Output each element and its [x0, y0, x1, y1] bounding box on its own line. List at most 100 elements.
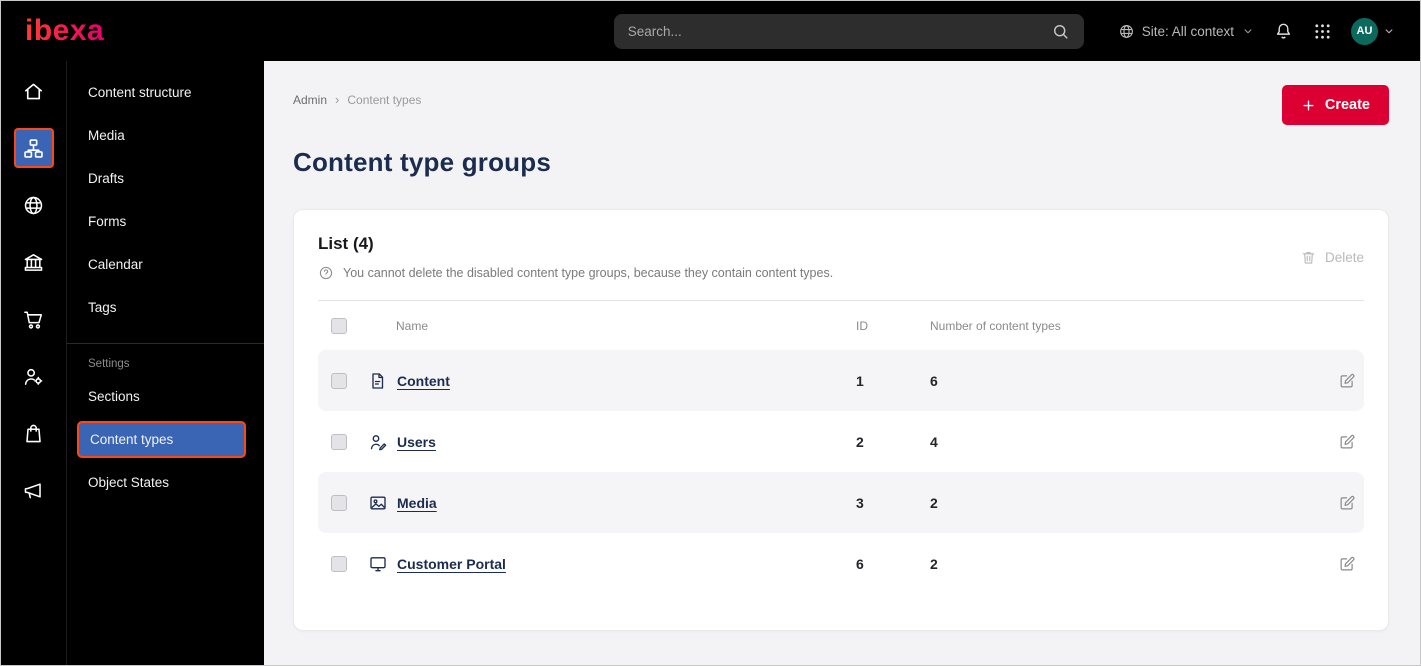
search-icon[interactable] [1051, 22, 1070, 41]
chevron-down-icon [1244, 29, 1252, 34]
row-checkbox[interactable] [331, 494, 347, 511]
column-header-count: Number of content types [930, 318, 1061, 333]
sidebar-item-label: Object States [88, 475, 170, 490]
edit-icon [1340, 373, 1355, 387]
cell-name: Customer Portal [366, 554, 856, 574]
group-link-users[interactable]: Users [397, 434, 436, 450]
rail-item-company[interactable] [14, 242, 54, 282]
sidebar-item-label: Calendar [88, 257, 143, 272]
sidebar-item-sections[interactable]: Sections [67, 375, 264, 418]
sidebar-item-object-states[interactable]: Object States [67, 461, 264, 504]
apps-grid-icon[interactable] [1312, 21, 1333, 42]
sidebar: Content structure Media Drafts Forms Cal… [66, 61, 264, 665]
plus-icon [1303, 99, 1314, 111]
users-group-icon [370, 434, 387, 450]
sidebar-item-drafts[interactable]: Drafts [67, 157, 264, 200]
page-title: Content type groups [293, 147, 552, 177]
sidebar-item-forms[interactable]: Forms [67, 200, 264, 243]
notifications-bell-icon[interactable] [1273, 21, 1294, 42]
cell-id: 3 [856, 494, 864, 511]
permissions-user-gear-icon [24, 368, 43, 385]
sidebar-item-content-structure[interactable]: Content structure [67, 71, 264, 114]
rail-item-content[interactable] [13, 128, 54, 168]
cell-count: 2 [930, 494, 938, 511]
app-window: ibexa Site: All context [0, 0, 1421, 666]
site-context-label: Site: All context [1141, 23, 1234, 39]
group-link-media[interactable]: Media [397, 495, 437, 511]
edit-icon [1340, 434, 1355, 448]
main-content: Admin › Content types Create Content typ… [264, 61, 1420, 665]
list-heading: List (4) [318, 234, 374, 253]
sidebar-item-calendar[interactable]: Calendar [67, 243, 264, 286]
select-all-checkbox[interactable] [331, 317, 347, 334]
sidebar-item-label: Media [88, 128, 125, 143]
search-input[interactable] [627, 23, 1051, 39]
edit-button[interactable] [1336, 431, 1358, 453]
ibexa-logo[interactable]: ibexa [25, 16, 104, 46]
breadcrumb-current: Content types [347, 92, 422, 107]
cell-count: 4 [930, 433, 938, 450]
sidebar-item-label: Content types [90, 432, 174, 447]
rail-item-products[interactable] [14, 413, 54, 453]
cell-count: 6 [930, 372, 938, 389]
edit-icon [1340, 556, 1355, 570]
card-header-left: List (4) You cannot delete the disabled … [318, 234, 833, 281]
rail-item-commerce[interactable] [14, 299, 54, 339]
sidebar-item-label: Drafts [88, 171, 125, 186]
cell-name: Content [366, 371, 856, 391]
edit-button[interactable] [1336, 370, 1358, 392]
edit-icon [1340, 495, 1355, 509]
content-tree-icon [24, 138, 43, 158]
delete-button[interactable]: Delete [1300, 249, 1364, 266]
row-checkbox[interactable] [331, 372, 347, 389]
rail-item-site[interactable] [14, 185, 54, 225]
group-link-content[interactable]: Content [397, 373, 450, 389]
user-menu[interactable]: AU [1351, 17, 1396, 45]
breadcrumb: Admin › Content types [293, 92, 421, 107]
rail-item-marketing[interactable] [14, 470, 54, 510]
chevron-down-icon [1385, 29, 1393, 34]
body: Content structure Media Drafts Forms Cal… [1, 61, 1420, 665]
breadcrumb-admin[interactable]: Admin [293, 93, 327, 107]
info-text: You cannot delete the disabled content t… [343, 266, 834, 280]
rail-item-permissions[interactable] [14, 356, 54, 396]
row-checkbox[interactable] [331, 433, 347, 450]
info-row: You cannot delete the disabled content t… [318, 265, 833, 281]
sidebar-item-label: Content structure [88, 85, 192, 100]
avatar[interactable]: AU [1351, 17, 1378, 45]
breadcrumb-separator: › [335, 92, 340, 107]
sidebar-item-tags[interactable]: Tags [67, 286, 264, 329]
topbar-right: Site: All context AU [1118, 17, 1396, 45]
create-button-label: Create [1324, 97, 1370, 113]
create-button[interactable]: Create [1281, 85, 1389, 125]
edit-button[interactable] [1336, 553, 1358, 575]
sidebar-item-content-types[interactable]: Content types [77, 421, 246, 458]
row-checkbox[interactable] [331, 555, 347, 572]
table-row: Users 2 4 [318, 411, 1364, 472]
sidebar-section-label: Settings [88, 358, 130, 370]
sidebar-item-media[interactable]: Media [67, 114, 264, 157]
content-group-icon [372, 372, 384, 389]
rail-item-dashboard[interactable] [14, 71, 54, 111]
cell-count: 2 [930, 555, 938, 572]
sidebar-item-label: Sections [88, 389, 140, 404]
cell-id: 1 [856, 372, 864, 389]
cell-id: 2 [856, 433, 864, 450]
table-row: Customer Portal 6 2 [318, 533, 1364, 594]
group-link-customer-portal[interactable]: Customer Portal [397, 556, 506, 572]
globe-icon [1119, 24, 1133, 38]
topbar: ibexa Site: All context [1, 1, 1420, 61]
delete-button-label: Delete [1324, 250, 1364, 265]
content-type-groups-card: List (4) You cannot delete the disabled … [293, 209, 1389, 631]
edit-button[interactable] [1336, 492, 1358, 514]
icon-rail [1, 61, 66, 665]
marketing-megaphone-icon [24, 482, 41, 498]
help-icon[interactable] [318, 265, 334, 281]
commerce-cart-icon [24, 310, 43, 329]
table-row: Content 1 6 [318, 350, 1364, 411]
table-header-row: Name ID Number of content types [318, 300, 1364, 350]
site-context-selector[interactable]: Site: All context [1118, 23, 1255, 40]
global-search[interactable] [613, 13, 1084, 49]
column-header-id: ID [856, 318, 868, 333]
company-icon [24, 253, 43, 271]
